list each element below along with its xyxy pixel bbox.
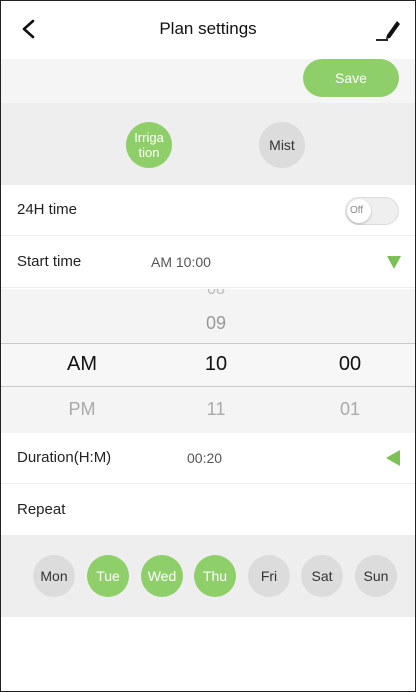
day-sat[interactable]: Sat (301, 555, 343, 597)
hour-option: 09 (205, 313, 227, 333)
save-button[interactable]: Save (303, 59, 399, 97)
24h-toggle[interactable]: Off (345, 197, 399, 225)
plan-settings-screen: Plan settings Save Irriga tion Mist 24H … (0, 0, 416, 692)
mode-mist-label: Mist (269, 136, 295, 153)
day-sun[interactable]: Sun (355, 555, 397, 597)
minute-option: 01 (339, 399, 361, 419)
triangle-down-icon[interactable] (387, 256, 401, 269)
duration-label: Duration(H:M) (17, 449, 112, 466)
ampm-selected: AM (67, 353, 97, 375)
mode-selector: Irriga tion Mist (1, 103, 415, 185)
ampm-option: PM (68, 399, 96, 419)
time-format-label: 24H time (17, 201, 78, 218)
pencil-underline-icon[interactable] (375, 15, 401, 43)
start-time-value: AM 10:00 (151, 254, 211, 270)
weekday-selector: Mon Tue Wed Thu Fri Sat Sun (1, 535, 415, 617)
toggle-state-text: Off (350, 205, 364, 216)
repeat-row: Repeat (1, 485, 415, 535)
top-bar: Plan settings (1, 1, 415, 59)
duration-row[interactable]: Duration(H:M) 00:20 (1, 433, 415, 484)
time-picker: AM PM 08 09 10 11 00 01 (1, 289, 415, 433)
mode-irrigation[interactable]: Irriga tion (126, 122, 172, 168)
hour-selected: 10 (204, 353, 228, 375)
minute-selected: 00 (338, 353, 362, 375)
save-row: Save (1, 59, 415, 103)
ampm-column[interactable]: AM PM (13, 289, 151, 433)
day-mon[interactable]: Mon (33, 555, 75, 597)
mode-mist[interactable]: Mist (259, 122, 305, 168)
minute-column[interactable]: 00 01 (281, 289, 415, 433)
hour-option: 08 (207, 289, 225, 298)
day-fri[interactable]: Fri (248, 555, 290, 597)
page-title: Plan settings (159, 19, 257, 38)
day-wed[interactable]: Wed (141, 555, 183, 597)
triangle-left-icon[interactable] (386, 450, 400, 466)
start-time-label: Start time (17, 253, 82, 270)
start-time-row[interactable]: Start time AM 10:00 (1, 237, 415, 288)
day-tue[interactable]: Tue (87, 555, 129, 597)
repeat-label: Repeat (17, 501, 66, 518)
mode-irrigation-label: Irriga tion (134, 130, 164, 160)
day-thu[interactable]: Thu (194, 555, 236, 597)
hour-column[interactable]: 08 09 10 11 (147, 289, 285, 433)
time-format-row: 24H time Off (1, 185, 415, 236)
duration-value: 00:20 (187, 450, 223, 466)
hour-option: 11 (206, 399, 226, 419)
